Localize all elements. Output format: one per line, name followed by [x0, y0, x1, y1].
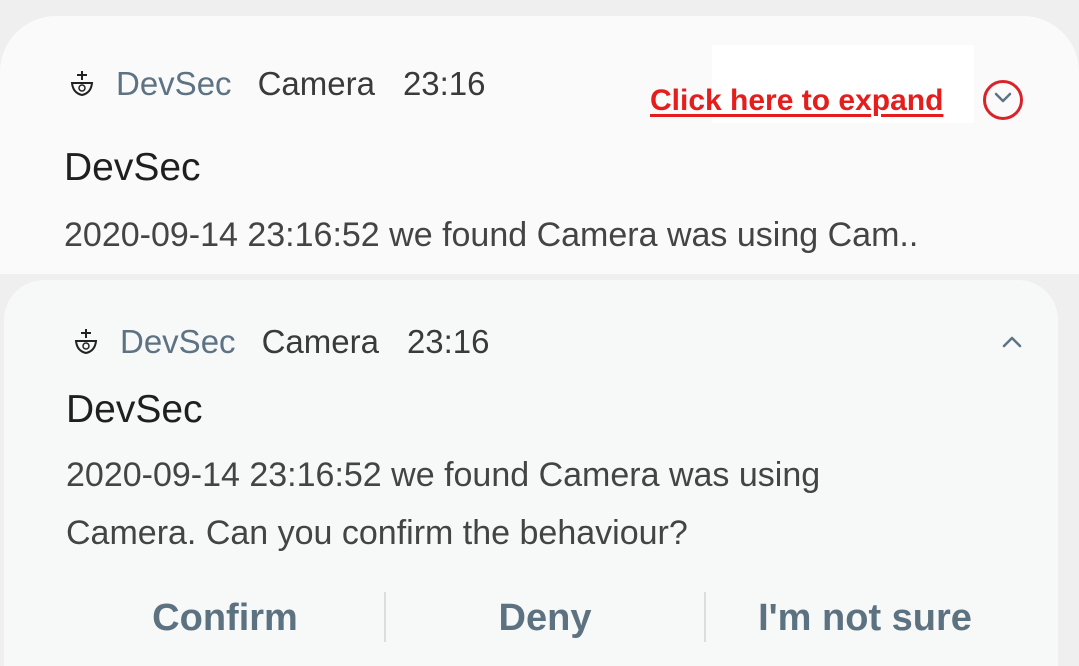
notification-shade: DevSec Camera 23:16 Click here to expand…	[0, 0, 1079, 666]
expand-hint-link[interactable]: Click here to expand	[650, 84, 943, 118]
app-name: DevSec	[116, 65, 232, 102]
notification-body-line: 2020-09-14 23:16:52 we found Camera was …	[66, 456, 821, 494]
chevron-down-icon	[994, 91, 1012, 109]
notification-body-line: Camera. Can you confirm the behaviour?	[66, 514, 688, 552]
chevron-up-icon	[1002, 335, 1022, 353]
expand-button[interactable]	[983, 80, 1023, 120]
notification-subtext: Camera	[261, 323, 379, 360]
notification-subtext: Camera	[257, 65, 375, 102]
notification-header: DevSec Camera 23:16	[70, 320, 490, 364]
notification-body: 2020-09-14 23:16:52 we found Camera was …	[66, 446, 820, 562]
confirm-button[interactable]: Confirm	[66, 580, 384, 656]
not-sure-button[interactable]: I'm not sure	[706, 580, 1024, 656]
notification-card-collapsed[interactable]: DevSec Camera 23:16 Click here to expand…	[0, 16, 1079, 274]
devsec-app-icon	[66, 68, 98, 100]
notification-card-expanded[interactable]: DevSec Camera 23:16 DevSec 2020-09-14 23…	[4, 280, 1058, 666]
notification-title: DevSec	[66, 388, 203, 431]
notification-header: DevSec Camera 23:16	[66, 62, 486, 106]
notification-actions: Confirm Deny I'm not sure	[4, 580, 1058, 656]
notification-title: DevSec	[64, 146, 201, 189]
notification-body: 2020-09-14 23:16:52 we found Camera was …	[64, 216, 919, 254]
notification-time: 23:16	[402, 65, 486, 102]
notification-time: 23:16	[406, 323, 490, 360]
devsec-app-icon	[70, 326, 102, 358]
app-name: DevSec	[120, 323, 236, 360]
deny-button[interactable]: Deny	[386, 580, 704, 656]
collapse-button[interactable]	[992, 324, 1032, 364]
